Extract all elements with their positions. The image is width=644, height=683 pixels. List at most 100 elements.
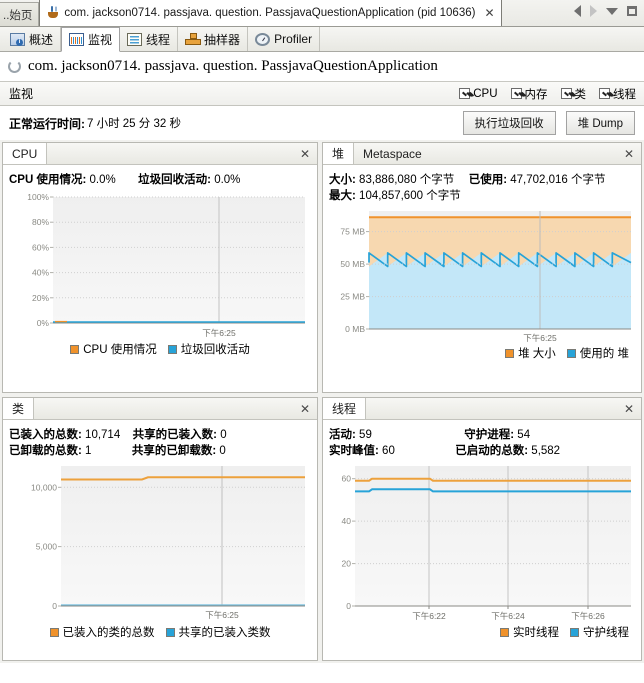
heap-chart-svg: 75 MB 50 MB 25 MB 0 MB 下午6:25 [329, 207, 639, 343]
monitor-icon [69, 33, 84, 46]
close-icon[interactable]: ✕ [293, 143, 317, 164]
nav-forward-icon[interactable] [590, 5, 597, 17]
tab-profiler[interactable]: Profiler [248, 27, 320, 51]
close-icon[interactable]: ✕ [293, 398, 317, 419]
close-icon[interactable]: ✕ [484, 7, 494, 19]
stat-label: CPU 使用情况: [9, 174, 86, 186]
stat-label: 实时峰值: [329, 445, 379, 457]
classes-chart-svg: 10,000 5,000 0 下午6:25 [9, 462, 315, 622]
stat-label: 大小: [329, 174, 356, 186]
stat-value: 0.0% [90, 174, 116, 186]
panel-classes: 类 ✕ 已装入的总数: 10,714 共享的已装入数: 0 已卸载的总数: 1 … [2, 397, 318, 661]
panel-threads-tab[interactable]: 线程 [323, 398, 366, 419]
legend-label: 守护线程 [583, 624, 629, 640]
legend-item: 实时线程 [500, 624, 559, 640]
legend-item: 共享的已装入类数 [166, 624, 271, 640]
panel-threads: 线程 ✕ 活动: 59 守护进程: 54 实时峰值: 60 已启动的总数: 5,… [322, 397, 642, 661]
panel-title: Metaspace [363, 147, 422, 161]
checkbox-icon[interactable] [561, 88, 572, 99]
legend-item: 已装入的类的总数 [50, 624, 155, 640]
checkbox-memory[interactable]: 内存 [511, 86, 548, 102]
perform-gc-button[interactable]: 执行垃圾回收 [463, 111, 556, 135]
spinner-icon [8, 60, 21, 73]
checkbox-label: 类 [575, 86, 587, 102]
heap-stats: 大小: 83,886,080 个字节 已使用: 47,702,016 个字节 最… [329, 172, 635, 204]
window-tabstrip: ..始页 com. jackson0714. passjava. questio… [0, 0, 644, 27]
java-icon [46, 6, 60, 20]
chevron-down-icon[interactable] [606, 8, 618, 15]
stat-value: 1 [85, 445, 91, 457]
legend-swatch-icon [168, 345, 177, 354]
stat-label: 最大: [329, 190, 356, 202]
document-tab-label: ..始页 [3, 7, 32, 23]
tab-label: 抽样器 [204, 31, 240, 48]
svg-text:20%: 20% [32, 293, 49, 303]
svg-text:25 MB: 25 MB [340, 292, 365, 302]
panel-metaspace-tab[interactable]: Metaspace [354, 143, 431, 164]
stat-value: 59 [359, 429, 372, 441]
checkbox-cpu[interactable]: CPU [459, 88, 497, 100]
close-icon[interactable]: ✕ [617, 398, 641, 419]
legend-item: 守护线程 [570, 624, 629, 640]
threads-icon [127, 33, 142, 46]
document-tab-startpage[interactable]: ..始页 [0, 2, 39, 26]
panel-threads-body: 活动: 59 守护进程: 54 实时峰值: 60 已启动的总数: 5,582 [323, 420, 641, 660]
maximize-icon[interactable] [627, 6, 637, 16]
legend-swatch-icon [70, 345, 79, 354]
svg-text:下午6:24: 下午6:24 [491, 611, 525, 621]
legend-label: 使用的 堆 [580, 345, 629, 361]
legend-label: 垃圾回收活动 [181, 341, 250, 357]
tab-sampler[interactable]: 抽样器 [178, 27, 248, 51]
cpu-legend: CPU 使用情况 垃圾回收活动 [9, 339, 311, 360]
classes-stats: 已装入的总数: 10,714 共享的已装入数: 0 已卸载的总数: 1 共享的已… [9, 427, 311, 459]
stat-label: 活动: [329, 429, 356, 441]
legend-label: 已装入的类的总数 [63, 624, 155, 640]
heap-dump-button[interactable]: 堆 Dump [566, 111, 635, 135]
close-icon[interactable]: ✕ [617, 143, 641, 164]
uptime-value: 7 小时 25 分 32 秒 [87, 115, 181, 131]
checkbox-classes[interactable]: 类 [561, 86, 587, 102]
svg-text:100%: 100% [27, 192, 49, 202]
svg-text:0 MB: 0 MB [345, 324, 365, 334]
checkbox-icon[interactable] [459, 88, 470, 99]
panel-cpu-body: CPU 使用情况: 0.0% 垃圾回收活动: 0.0% [3, 165, 317, 392]
tab-threads[interactable]: 线程 [120, 27, 178, 51]
svg-text:60%: 60% [32, 242, 49, 252]
checkbox-icon[interactable] [599, 88, 610, 99]
checkbox-label: 内存 [525, 86, 548, 102]
svg-text:下午6:25: 下午6:25 [202, 328, 236, 338]
stat-value: 60 [382, 445, 395, 457]
svg-text:10,000: 10,000 [31, 482, 57, 492]
legend-item: 垃圾回收活动 [168, 341, 250, 357]
stat-value: 83,886,080 个字节 [359, 174, 454, 186]
document-tab-application[interactable]: com. jackson0714. passjava. question. Pa… [39, 0, 501, 26]
tab-overview[interactable]: 概述 [3, 27, 61, 51]
stat-label: 守护进程: [464, 429, 514, 441]
panel-classes-tab[interactable]: 类 [3, 398, 34, 419]
panel-cpu-tab[interactable]: CPU [3, 143, 47, 164]
nav-back-icon[interactable] [574, 5, 581, 17]
svg-text:60: 60 [342, 474, 352, 484]
tab-monitor[interactable]: 监视 [61, 27, 120, 52]
uptime-label: 正常运行时间: [9, 115, 85, 132]
stat-value: 0 [220, 429, 226, 441]
stat-value: 0 [219, 445, 225, 457]
svg-text:40%: 40% [32, 268, 49, 278]
document-tab-label: com. jackson0714. passjava. question. Pa… [64, 7, 475, 19]
checkbox-threads[interactable]: 线程 [599, 86, 636, 102]
svg-text:40: 40 [342, 516, 352, 526]
panel-heap-tab[interactable]: 堆 [323, 143, 354, 164]
svg-text:0%: 0% [37, 318, 50, 328]
panel-heap-header: 堆 Metaspace ✕ [323, 143, 641, 165]
legend-label: 堆 大小 [518, 345, 556, 361]
svg-text:75 MB: 75 MB [340, 227, 365, 237]
page-title: com. jackson0714. passjava. question. Pa… [28, 58, 438, 75]
stat-value: 104,857,600 个字节 [359, 190, 461, 202]
stat-label: 垃圾回收活动: [138, 174, 211, 186]
svg-text:0: 0 [346, 601, 351, 611]
panel-title: CPU [12, 147, 37, 161]
profiler-icon [255, 33, 270, 46]
panel-cpu-header: CPU ✕ [3, 143, 317, 165]
checkbox-icon[interactable] [511, 88, 522, 99]
legend-swatch-icon [567, 349, 576, 358]
